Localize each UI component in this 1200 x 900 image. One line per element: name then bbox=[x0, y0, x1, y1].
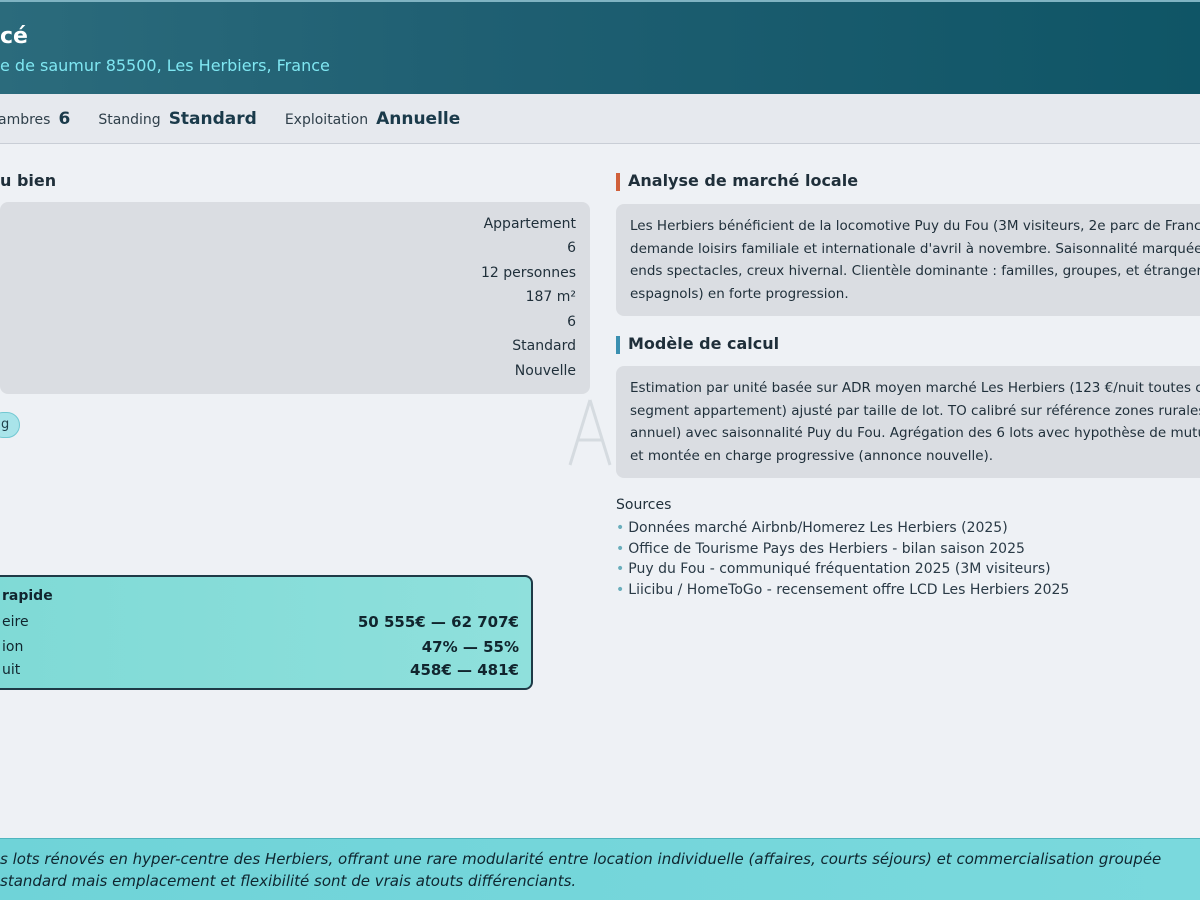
stat-label: Standing bbox=[98, 111, 161, 128]
model-heading: Modèle de calcul bbox=[616, 334, 780, 354]
market-heading: Analyse de marché locale bbox=[616, 171, 859, 191]
stat-exploitation: Exploitation Annuelle bbox=[285, 109, 460, 129]
stat-value: Annuelle bbox=[376, 108, 461, 129]
quick-occupancy-value: 47% — 55% bbox=[421, 638, 519, 656]
page-header: cé e de saumur 85500, Les Herbiers, Fran… bbox=[0, 0, 1200, 94]
source-item: • Données marché Airbnb/Homerez Les Herbi… bbox=[616, 518, 1069, 539]
quick-revenue-value: 50 555€ — 62 707€ bbox=[357, 613, 519, 631]
market-accent-bar bbox=[616, 173, 620, 191]
model-line: et montée en charge progressive (annonce… bbox=[630, 447, 994, 464]
detail-standing: Standard bbox=[512, 338, 576, 354]
sources-list: • Données marché Airbnb/Homerez Les Herbi… bbox=[616, 518, 1069, 600]
quick-estimate-box: rapide eire 50 555€ — 62 707€ ion 47% — … bbox=[0, 575, 533, 690]
market-text: Les Herbiers bénéficient de la locomotiv… bbox=[630, 215, 1200, 305]
source-text: Office de Tourisme Pays des Herbiers - b… bbox=[628, 540, 1025, 557]
summary-footer: s lots rénovés en hyper-centre des Herbi… bbox=[0, 838, 1200, 900]
stat-standing: Standing Standard bbox=[98, 109, 257, 129]
bullet-icon: • bbox=[616, 581, 625, 598]
source-text: Puy du Fou - communiqué fréquentation 20… bbox=[628, 561, 1051, 577]
stats-bar: ambres 6 Standing Standard Exploitation … bbox=[0, 94, 1200, 144]
detail-lots: 6 bbox=[567, 240, 576, 256]
model-accent-bar bbox=[616, 336, 620, 354]
market-line: ends spectacles, creux hivernal. Clientè… bbox=[630, 263, 1200, 279]
quick-night-value: 458€ — 481€ bbox=[410, 661, 519, 679]
source-item: • Liicibu / HomeToGo - recensement offre … bbox=[616, 580, 1069, 601]
model-heading-text: Modèle de calcul bbox=[628, 334, 780, 353]
source-text: Liicibu / HomeToGo - recensement offre L… bbox=[628, 581, 1070, 598]
bullet-icon: • bbox=[616, 540, 625, 557]
model-text: Estimation par unité basée sur ADR moyen… bbox=[630, 377, 1200, 467]
footer-line: s lots rénovés en hyper-centre des Herbi… bbox=[0, 850, 1162, 868]
model-line: annuel) avec saisonnalité Puy du Fou. Ag… bbox=[630, 425, 1200, 441]
source-text: Données marché Airbnb/Homerez Les Herbie… bbox=[628, 520, 1008, 536]
footer-line: standard mais emplacement et flexibilité… bbox=[0, 872, 577, 890]
market-line: espagnols) en forte progression. bbox=[630, 285, 849, 302]
quick-revenue-label: eire bbox=[2, 614, 29, 630]
model-line: segment appartement) ajusté par taille d… bbox=[630, 402, 1200, 419]
property-title: cé bbox=[0, 24, 28, 49]
detail-surface: 187 m² bbox=[525, 289, 576, 305]
calc-model-box: Estimation par unité basée sur ADR moyen… bbox=[616, 366, 1200, 478]
source-item: • Office de Tourisme Pays des Herbiers - … bbox=[616, 539, 1069, 560]
logo-watermark bbox=[568, 399, 612, 466]
quick-estimate-title: rapide bbox=[2, 588, 53, 604]
market-line: demande loisirs familiale et internation… bbox=[630, 240, 1200, 257]
quick-night-label: uit bbox=[2, 662, 21, 678]
detail-capacity: 12 personnes bbox=[480, 265, 576, 281]
source-item: • Puy du Fou - communiqué fréquentation 2… bbox=[616, 559, 1069, 580]
stat-value: Standard bbox=[168, 108, 257, 129]
market-heading-text: Analyse de marché locale bbox=[628, 171, 859, 190]
bullet-icon: • bbox=[616, 561, 625, 577]
stat-value: 6 bbox=[58, 108, 71, 129]
details-heading: u bien bbox=[0, 171, 57, 190]
bullet-icon: • bbox=[616, 520, 625, 536]
tag-pill[interactable]: g bbox=[0, 412, 20, 438]
stat-bedrooms: ambres 6 bbox=[0, 109, 70, 129]
quick-occupancy-label: ion bbox=[2, 639, 24, 655]
property-details-box: Appartement 6 12 personnes 187 m² 6 Stan… bbox=[0, 202, 590, 394]
stat-label: Exploitation bbox=[284, 111, 369, 128]
detail-rooms: 6 bbox=[567, 314, 576, 330]
sources-title: Sources bbox=[616, 497, 672, 513]
market-line: Les Herbiers bénéficient de la locomotiv… bbox=[630, 218, 1200, 234]
stat-label: ambres bbox=[0, 111, 51, 128]
model-line: Estimation par unité basée sur ADR moyen… bbox=[630, 380, 1200, 396]
property-address: e de saumur 85500, Les Herbiers, France bbox=[0, 56, 330, 75]
market-analysis-box: Les Herbiers bénéficient de la locomotiv… bbox=[616, 204, 1200, 316]
detail-status: Nouvelle bbox=[514, 363, 576, 379]
detail-type: Appartement bbox=[483, 216, 576, 232]
